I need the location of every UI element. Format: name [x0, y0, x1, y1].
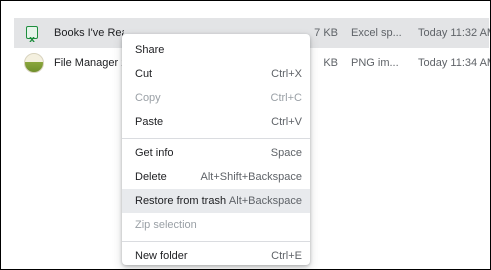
menu-item-get-info[interactable]: Get info Space: [122, 141, 310, 165]
image-thumbnail-icon: [24, 53, 44, 73]
menu-item-label: New folder: [135, 250, 188, 262]
menu-item-shortcut: Ctrl+V: [271, 116, 302, 128]
menu-separator: [122, 241, 310, 242]
file-modified: Today 11:32 AM: [418, 27, 490, 39]
menu-item-shortcut: Alt+Shift+Backspace: [200, 171, 302, 183]
file-name: Books I've Read.xlsx: [54, 27, 124, 39]
menu-item-new-folder[interactable]: New folder Ctrl+E: [122, 244, 310, 265]
file-icon-cell: [24, 18, 44, 48]
menu-item-shortcut: Ctrl+C: [270, 92, 302, 104]
context-menu: Share Cut Ctrl+X Copy Ctrl+C Paste Ctrl+…: [122, 34, 310, 265]
menu-item-label: Share: [135, 44, 165, 56]
menu-separator: [122, 138, 310, 139]
menu-item-shortcut: Space: [270, 147, 302, 159]
menu-item-label: Cut: [135, 68, 153, 80]
menu-item-label: Zip selection: [135, 219, 197, 231]
file-type: Excel sp...: [351, 27, 402, 39]
excel-file-icon: [26, 25, 38, 48]
menu-item-paste[interactable]: Paste Ctrl+V: [122, 110, 310, 134]
menu-item-copy[interactable]: Copy Ctrl+C: [122, 86, 310, 110]
menu-item-shortcut: Ctrl+E: [271, 250, 302, 262]
menu-item-restore-from-trash[interactable]: Restore from trash Alt+Backspace: [122, 189, 310, 213]
menu-item-label: Copy: [135, 92, 161, 104]
menu-item-label: Delete: [135, 171, 167, 183]
menu-item-label: Restore from trash: [135, 195, 227, 207]
file-modified: Today 11:34 AM: [418, 57, 490, 69]
file-icon-cell: [24, 48, 44, 78]
menu-item-shortcut: Ctrl+X: [271, 68, 302, 80]
menu-item-label: Get info: [135, 147, 174, 159]
menu-item-zip-selection[interactable]: Zip selection: [122, 213, 310, 237]
file-list-window: Books I've Read.xlsx 7 KB Excel sp... To…: [1, 1, 490, 269]
menu-item-share[interactable]: Share: [122, 38, 310, 62]
menu-item-shortcut: Alt+Backspace: [228, 195, 302, 207]
menu-item-delete[interactable]: Delete Alt+Shift+Backspace: [122, 165, 310, 189]
file-type: PNG im...: [351, 57, 399, 69]
file-name: File Manager 2...: [54, 57, 124, 69]
menu-item-label: Paste: [135, 116, 164, 128]
menu-item-cut[interactable]: Cut Ctrl+X: [122, 62, 310, 86]
